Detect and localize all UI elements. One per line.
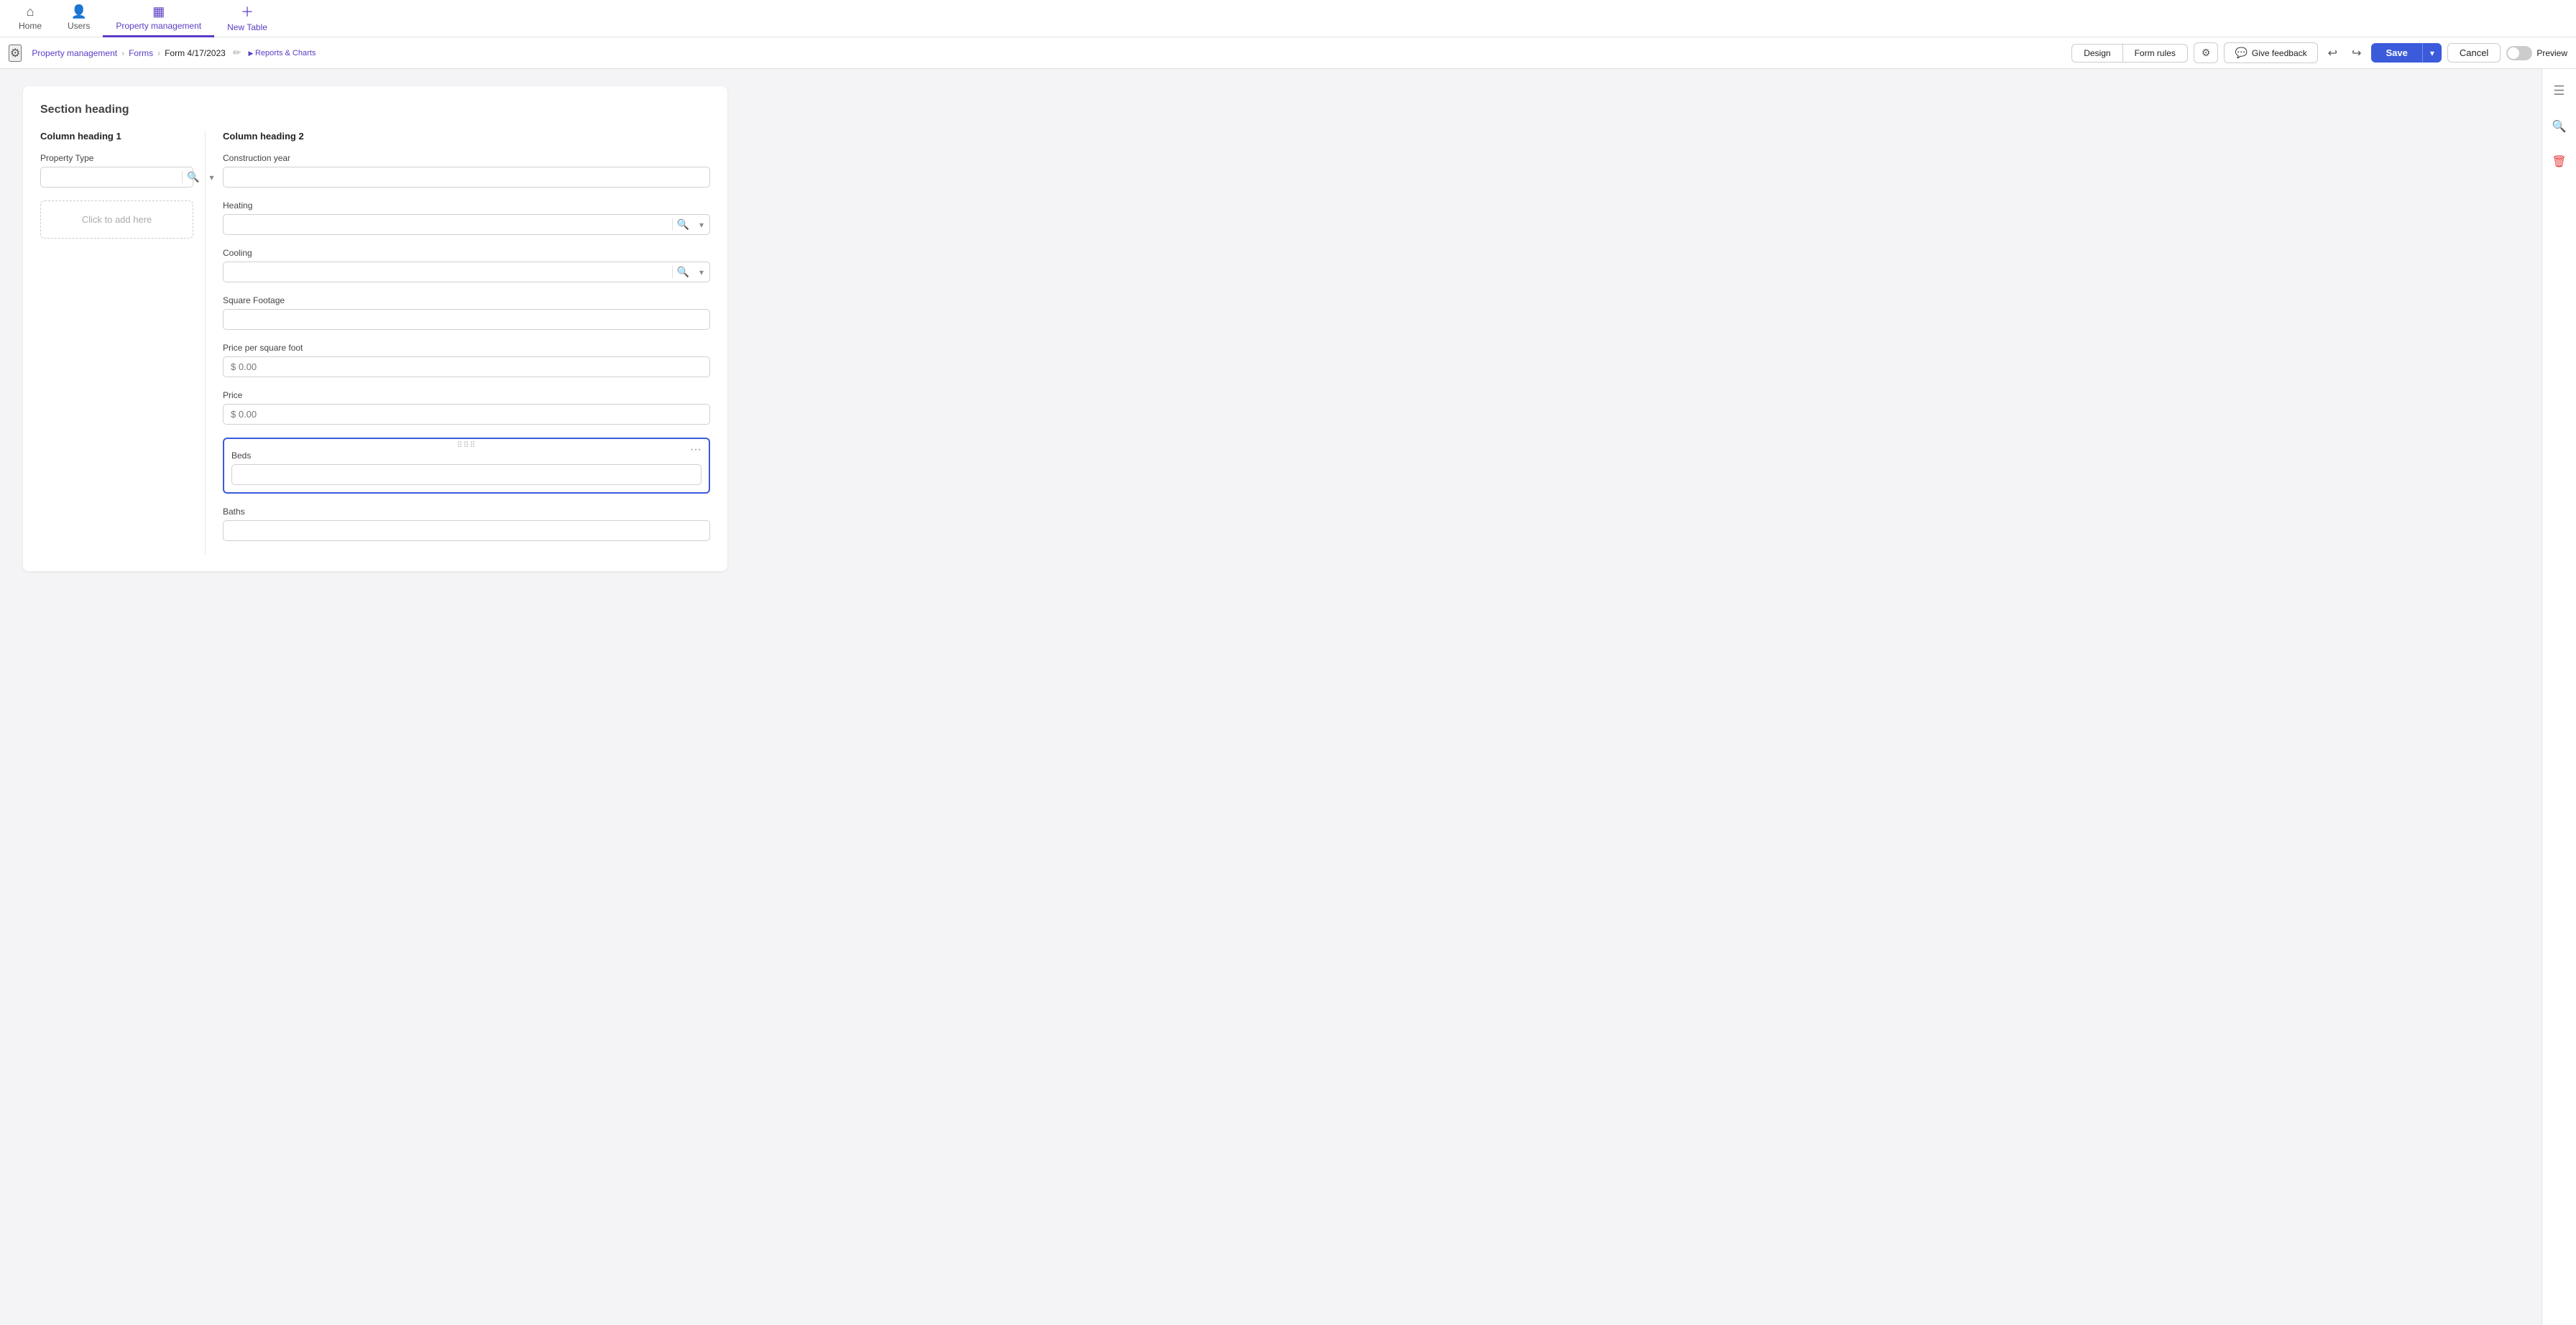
cooling-input[interactable] — [224, 262, 672, 282]
square-footage-label: Square Footage — [223, 295, 710, 305]
breadcrumb-page: Form 4/17/2023 — [165, 48, 226, 58]
baths-label: Baths — [223, 507, 710, 517]
cooling-icons: 🔍 ▾ — [672, 266, 709, 278]
property-type-input[interactable] — [41, 167, 182, 187]
field-square-footage: Square Footage — [223, 295, 710, 330]
nav-users-label: Users — [68, 21, 90, 31]
design-button[interactable]: Design — [2071, 44, 2122, 63]
beds-input[interactable] — [231, 464, 702, 485]
price-per-sqft-input[interactable] — [223, 356, 710, 377]
save-caret-button[interactable]: ▾ — [2422, 43, 2442, 63]
preview-toggle[interactable] — [2506, 46, 2532, 60]
col1-add-field[interactable]: Click to add here — [40, 200, 193, 239]
square-footage-input[interactable] — [223, 309, 710, 330]
property-type-dropdown-icon[interactable]: ▾ — [203, 172, 219, 183]
property-type-input-wrapper[interactable]: 🔍 ▾ — [40, 167, 193, 188]
field-property-type: Property Type 🔍 ▾ — [40, 153, 193, 188]
field-beds: ⠿⠿⠿ ··· Beds — [223, 438, 710, 494]
field-price: Price — [223, 390, 710, 425]
sidebar-settings-icon: ☰ — [2553, 83, 2564, 98]
feedback-label: Give feedback — [2252, 48, 2307, 58]
beds-label: Beds — [231, 451, 702, 461]
toolbar-right: Design Form rules ⚙ 💬 Give feedback ↩ ↪ … — [2071, 42, 2567, 63]
sidebar-settings-button[interactable]: ☰ — [2550, 80, 2567, 101]
breadcrumb-sep-2: › — [157, 48, 160, 58]
cooling-label: Cooling — [223, 248, 710, 258]
field-cooling: Cooling 🔍 ▾ — [223, 248, 710, 282]
heating-search-icon[interactable]: 🔍 — [672, 218, 694, 231]
beds-context-menu[interactable]: ··· — [686, 442, 706, 458]
col1-heading: Column heading 1 — [40, 131, 193, 142]
heating-label: Heating — [223, 200, 710, 211]
property-type-search-icon[interactable]: 🔍 — [182, 171, 203, 183]
feedback-button[interactable]: 💬 Give feedback — [2224, 42, 2317, 63]
section-heading: Section heading — [40, 103, 710, 116]
nav-new-table-label: New Table — [227, 22, 267, 32]
property-type-label: Property Type — [40, 153, 193, 163]
edit-title-button[interactable]: ✏ — [233, 47, 242, 59]
save-group: Save ▾ — [2371, 43, 2441, 63]
heating-input[interactable] — [224, 215, 672, 234]
right-sidebar: ☰ 🔍 🗑 — [2542, 69, 2576, 1325]
price-per-sqft-label: Price per square foot — [223, 343, 710, 353]
nav-property-management[interactable]: ▦ Property management — [103, 0, 214, 37]
sidebar-delete-icon: 🗑 — [2552, 156, 2566, 168]
drag-handle-icon[interactable]: ⠿⠿⠿ — [456, 440, 476, 450]
design-formrules-group: Design Form rules — [2071, 44, 2188, 63]
field-baths: Baths — [223, 507, 710, 541]
home-icon: ⌂ — [27, 4, 34, 19]
cooling-search-icon[interactable]: 🔍 — [672, 266, 694, 278]
cooling-input-wrapper[interactable]: 🔍 ▾ — [223, 262, 710, 282]
section-card: Section heading Column heading 1 Propert… — [23, 86, 727, 571]
save-button[interactable]: Save — [2371, 43, 2421, 63]
main-area: Section heading Column heading 1 Propert… — [0, 69, 2576, 1325]
field-construction-year: Construction year — [223, 153, 710, 188]
undo-button[interactable]: ↩ — [2324, 43, 2342, 63]
nav-home[interactable]: ⌂ Home — [6, 0, 55, 37]
nav-home-label: Home — [19, 21, 42, 31]
cancel-button[interactable]: Cancel — [2447, 43, 2501, 63]
sidebar-search-icon: 🔍 — [2552, 121, 2567, 133]
column-1: Column heading 1 Property Type 🔍 ▾ — [40, 131, 206, 554]
feedback-icon: 💬 — [2235, 47, 2247, 59]
sidebar-delete-button[interactable]: 🗑 — [2549, 151, 2569, 172]
redo-button[interactable]: ↪ — [2347, 43, 2365, 63]
toggle-knob — [2508, 47, 2519, 59]
heating-dropdown-icon[interactable]: ▾ — [694, 220, 709, 230]
breadcrumb-reports[interactable]: Reports & Charts — [249, 49, 316, 57]
baths-input[interactable] — [223, 520, 710, 541]
field-heating: Heating 🔍 ▾ — [223, 200, 710, 235]
nav-property-management-label: Property management — [116, 21, 201, 31]
breadcrumb-forms[interactable]: Forms — [129, 48, 153, 58]
construction-year-input[interactable] — [223, 167, 710, 188]
col2-heading: Column heading 2 — [223, 131, 710, 142]
breadcrumb-sep-1: › — [121, 48, 124, 58]
settings-button[interactable]: ⚙ — [9, 45, 22, 62]
add-table-icon: ＋ — [241, 2, 254, 21]
sidebar-search-button[interactable]: 🔍 — [2549, 116, 2570, 137]
form-canvas: Section heading Column heading 1 Propert… — [0, 69, 2542, 1325]
construction-year-label: Construction year — [223, 153, 710, 163]
field-price-per-sqft: Price per square foot — [223, 343, 710, 377]
preview-label: Preview — [2536, 48, 2567, 58]
heating-input-wrapper[interactable]: 🔍 ▾ — [223, 214, 710, 235]
cooling-dropdown-icon[interactable]: ▾ — [694, 267, 709, 277]
nav-users[interactable]: 👤 Users — [55, 0, 103, 37]
preview-toggle-wrapper: Preview — [2506, 46, 2567, 60]
heating-icons: 🔍 ▾ — [672, 218, 709, 231]
breadcrumb-bar: ⚙ Property management › Forms › Form 4/1… — [0, 37, 2576, 69]
column-2: Column heading 2 Construction year Heati… — [206, 131, 710, 554]
property-type-icons: 🔍 ▾ — [182, 171, 219, 183]
price-label: Price — [223, 390, 710, 400]
price-input[interactable] — [223, 404, 710, 425]
nav-new-table[interactable]: ＋ New Table — [214, 0, 280, 37]
table-icon: ▦ — [152, 4, 165, 19]
columns-wrapper: Column heading 1 Property Type 🔍 ▾ — [40, 131, 710, 554]
form-rules-button[interactable]: Form rules — [2122, 44, 2188, 63]
breadcrumb-app[interactable]: Property management — [32, 48, 117, 58]
users-icon: 👤 — [70, 4, 86, 19]
top-nav: ⌂ Home 👤 Users ▦ Property management ＋ N… — [0, 0, 2576, 37]
options-button[interactable]: ⚙ — [2194, 42, 2219, 63]
